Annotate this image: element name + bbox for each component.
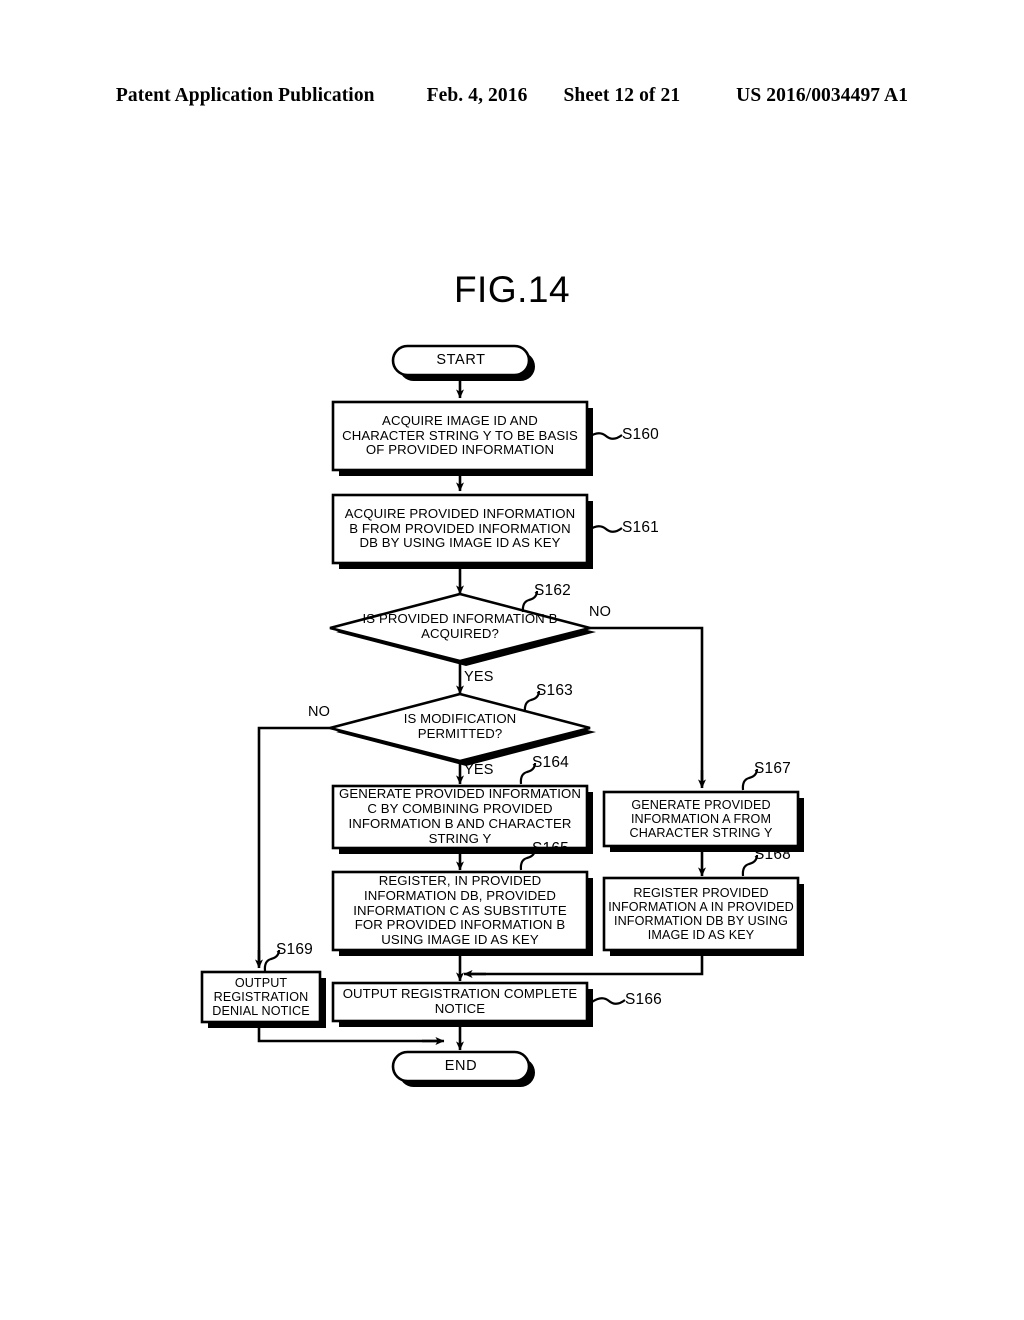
edge-label-s162-no: NO <box>589 604 612 620</box>
step-label-s160: S160 <box>622 426 659 443</box>
step-label-s167: S167 <box>754 760 791 777</box>
patent-page: Patent Application Publication Feb. 4, 2… <box>0 0 1024 1320</box>
step-label-s166: S166 <box>625 991 662 1008</box>
step-label-s163: S163 <box>536 682 573 699</box>
edge-label-s163-yes: YES <box>464 762 494 778</box>
node-s169 <box>200 970 322 1024</box>
node-s163 <box>329 692 591 763</box>
node-s161 <box>331 493 589 565</box>
node-s160 <box>331 400 589 472</box>
node-start <box>391 344 531 377</box>
step-label-s169: S169 <box>276 941 313 958</box>
edge-label-s162-yes: YES <box>464 669 494 685</box>
step-label-s162: S162 <box>534 582 571 599</box>
flowchart: START ACQUIRE IMAGE ID AND CHARACTER STR… <box>0 0 1024 1320</box>
edge-label-s163-no: NO <box>308 704 331 720</box>
node-s162 <box>329 592 591 663</box>
node-s164 <box>331 784 589 850</box>
node-s165 <box>331 870 589 952</box>
node-end <box>391 1050 531 1083</box>
flowchart-graphics <box>200 344 804 1087</box>
node-s168 <box>602 876 800 952</box>
node-s167 <box>602 790 800 848</box>
step-label-s161: S161 <box>622 519 659 536</box>
step-label-s168: S168 <box>754 846 791 863</box>
step-label-s164: S164 <box>532 754 569 771</box>
node-s166 <box>331 981 589 1023</box>
step-label-s165: S165 <box>532 840 569 857</box>
